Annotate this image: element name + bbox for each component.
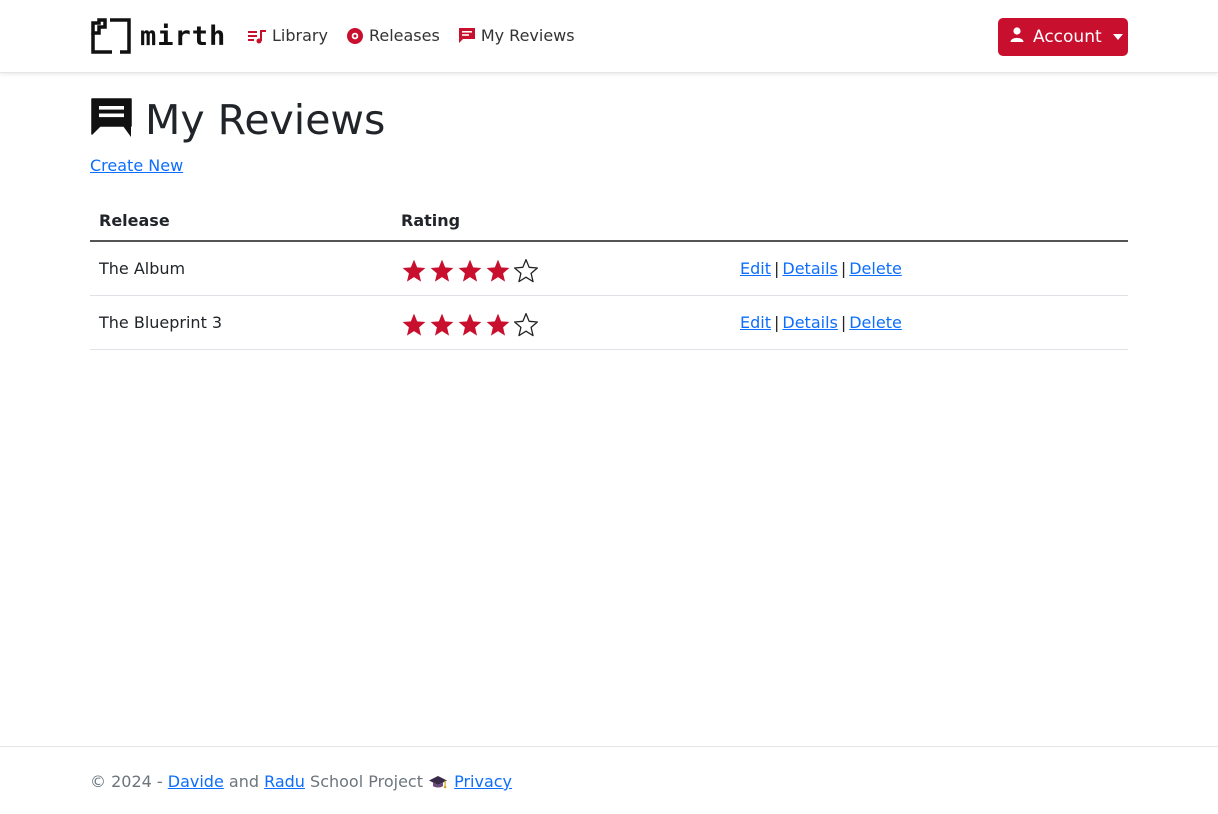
star-filled-icon <box>458 313 482 336</box>
star-filled-icon <box>430 313 454 336</box>
account-dropdown-button[interactable]: Account <box>998 18 1128 56</box>
caret-down-icon <box>1112 34 1123 40</box>
page-header: My Reviews <box>90 96 385 144</box>
details-link[interactable]: Details <box>782 259 837 278</box>
star-filled-icon <box>458 259 482 282</box>
music-list-icon <box>248 28 267 44</box>
star-empty-icon <box>513 259 539 283</box>
star-rating <box>401 258 722 284</box>
star-filled-icon <box>486 313 510 336</box>
reviews-table: Release Rating The Album Edit | Details | De… <box>90 201 1128 350</box>
brand-name: mirth <box>140 20 227 52</box>
footer-and: and <box>223 772 265 791</box>
action-separator: | <box>773 312 780 332</box>
brand-logo-link[interactable]: mirth <box>90 17 226 55</box>
review-comment-icon <box>458 27 476 44</box>
page-footer: © 2024 - Davide and Radu School Project … <box>0 746 1218 814</box>
details-link[interactable]: Details <box>782 313 837 332</box>
rating-cell <box>392 241 731 296</box>
column-header-rating: Rating <box>392 201 731 242</box>
delete-link[interactable]: Delete <box>849 259 902 278</box>
column-header-actions <box>731 201 1128 242</box>
edit-link[interactable]: Edit <box>740 313 771 332</box>
nav-item-library[interactable]: Library <box>248 26 328 45</box>
nav-item-label: My Reviews <box>480 26 575 45</box>
star-filled-icon <box>430 259 454 282</box>
main-nav: Library Releases My Reviews <box>248 26 575 45</box>
vinyl-record-icon <box>346 27 364 45</box>
star-empty-icon <box>513 312 539 337</box>
table-header-row: Release Rating <box>90 201 1128 242</box>
nav-item-label: Releases <box>368 26 440 45</box>
star-filled-icon <box>486 259 510 282</box>
table-row: The Blueprint 3 Edit | Details | Delete <box>90 295 1128 350</box>
person-icon <box>1010 27 1024 47</box>
row-actions: Edit | Details | Delete <box>731 295 1128 350</box>
footer-project-text: School Project <box>304 772 429 791</box>
table-row: The Album Edit | Details | Delete <box>90 241 1128 296</box>
footer-text: © 2024 - Davide and Radu School Project … <box>90 772 512 791</box>
graduation-cap-icon <box>428 774 448 790</box>
row-actions: Edit | Details | Delete <box>731 241 1128 296</box>
release-name: The Album <box>90 241 392 296</box>
page-title: My Reviews <box>145 96 386 144</box>
rating-cell <box>392 295 731 350</box>
account-label: Account <box>1033 27 1102 47</box>
nav-item-my-reviews[interactable]: My Reviews <box>458 26 575 45</box>
star-filled-icon <box>402 259 426 282</box>
action-separator: | <box>840 312 847 332</box>
nav-item-releases[interactable]: Releases <box>346 26 440 45</box>
author-link-davide[interactable]: Davide <box>168 772 224 791</box>
mirth-logo-icon <box>90 17 132 55</box>
release-name: The Blueprint 3 <box>90 295 392 350</box>
author-link-radu[interactable]: Radu <box>264 772 305 791</box>
copyright-text: © 2024 - <box>90 772 168 791</box>
nav-item-label: Library <box>272 26 328 45</box>
create-new-link[interactable]: Create New <box>90 156 183 175</box>
review-comment-icon <box>90 97 133 143</box>
column-header-release: Release <box>90 201 392 242</box>
edit-link[interactable]: Edit <box>740 259 771 278</box>
action-separator: | <box>773 258 780 278</box>
action-separator: | <box>840 258 847 278</box>
top-navbar: mirth Library Releases My Reviews Accoun… <box>0 0 1218 73</box>
privacy-link[interactable]: Privacy <box>454 772 512 791</box>
delete-link[interactable]: Delete <box>849 313 902 332</box>
star-rating <box>401 312 722 338</box>
star-filled-icon <box>402 313 426 336</box>
